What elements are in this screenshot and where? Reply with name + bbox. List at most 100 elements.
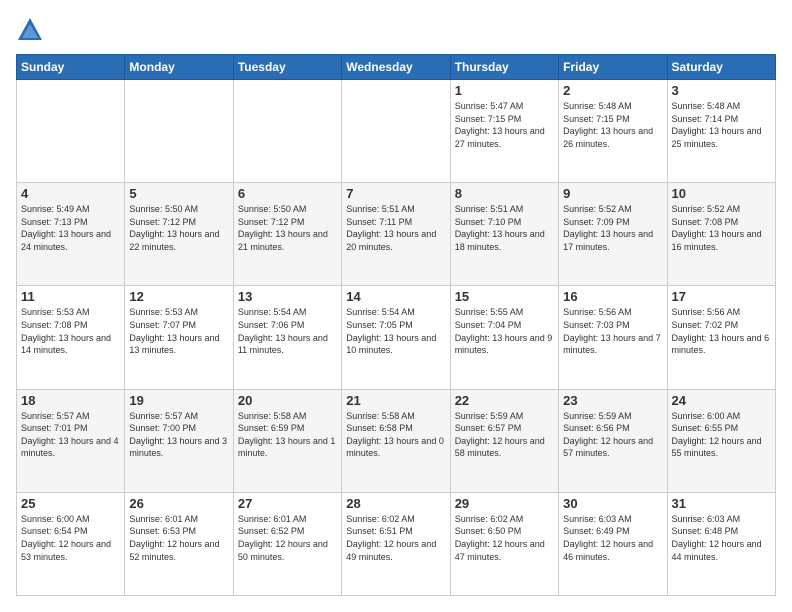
- day-info: Sunrise: 5:52 AM Sunset: 7:09 PM Dayligh…: [563, 203, 662, 253]
- day-number: 16: [563, 289, 662, 304]
- day-info: Sunrise: 5:50 AM Sunset: 7:12 PM Dayligh…: [238, 203, 337, 253]
- calendar-day-cell: 20 Sunrise: 5:58 AM Sunset: 6:59 PM Dayli…: [233, 389, 341, 492]
- calendar-day-cell: 29 Sunrise: 6:02 AM Sunset: 6:50 PM Dayli…: [450, 492, 558, 595]
- day-info: Sunrise: 5:49 AM Sunset: 7:13 PM Dayligh…: [21, 203, 120, 253]
- calendar-day-cell: 19Sunrise: 5:57 AM Sunset: 7:00 PM Dayli…: [125, 389, 233, 492]
- day-info: Sunrise: 6:00 AM Sunset: 6:54 PM Dayligh…: [21, 513, 120, 563]
- day-number: 30: [563, 496, 662, 511]
- day-of-week-header: Wednesday: [342, 55, 450, 80]
- calendar-day-cell: [342, 80, 450, 183]
- day-of-week-header: Friday: [559, 55, 667, 80]
- calendar-day-cell: 24 Sunrise: 6:00 AM Sunset: 6:55 PM Dayli…: [667, 389, 775, 492]
- day-info: Sunrise: 5:53 AM Sunset: 7:08 PM Dayligh…: [21, 306, 120, 356]
- day-info: Sunrise: 6:03 AM Sunset: 6:48 PM Dayligh…: [672, 513, 771, 563]
- day-number: 25: [21, 496, 120, 511]
- day-of-week-header: Saturday: [667, 55, 775, 80]
- calendar-day-cell: 10 Sunrise: 5:52 AM Sunset: 7:08 PM Dayli…: [667, 183, 775, 286]
- day-info: Sunrise: 6:03 AM Sunset: 6:49 PM Dayligh…: [563, 513, 662, 563]
- calendar-day-cell: 23Sunrise: 5:59 AM Sunset: 6:56 PM Dayli…: [559, 389, 667, 492]
- day-number: 29: [455, 496, 554, 511]
- day-info: Sunrise: 5:47 AM Sunset: 7:15 PM Dayligh…: [455, 100, 554, 150]
- day-info: Sunrise: 6:01 AM Sunset: 6:53 PM Dayligh…: [129, 513, 228, 563]
- day-number: 10: [672, 186, 771, 201]
- day-info: Sunrise: 5:57 AM Sunset: 7:01 PM Dayligh…: [21, 410, 120, 460]
- calendar-day-cell: 26 Sunrise: 6:01 AM Sunset: 6:53 PM Dayli…: [125, 492, 233, 595]
- day-info: Sunrise: 6:00 AM Sunset: 6:55 PM Dayligh…: [672, 410, 771, 460]
- day-info: Sunrise: 5:48 AM Sunset: 7:14 PM Dayligh…: [672, 100, 771, 150]
- day-info: Sunrise: 5:54 AM Sunset: 7:06 PM Dayligh…: [238, 306, 337, 356]
- calendar-day-cell: 22Sunrise: 5:59 AM Sunset: 6:57 PM Dayli…: [450, 389, 558, 492]
- calendar-week-row: 25 Sunrise: 6:00 AM Sunset: 6:54 PM Dayli…: [17, 492, 776, 595]
- calendar-day-cell: [233, 80, 341, 183]
- day-info: Sunrise: 5:56 AM Sunset: 7:03 PM Dayligh…: [563, 306, 662, 356]
- day-info: Sunrise: 5:53 AM Sunset: 7:07 PM Dayligh…: [129, 306, 228, 356]
- calendar-week-row: 4 Sunrise: 5:49 AM Sunset: 7:13 PM Daylig…: [17, 183, 776, 286]
- calendar-day-cell: 11 Sunrise: 5:53 AM Sunset: 7:08 PM Dayli…: [17, 286, 125, 389]
- header: [16, 16, 776, 44]
- day-number: 13: [238, 289, 337, 304]
- day-number: 2: [563, 83, 662, 98]
- calendar-day-cell: 8 Sunrise: 5:51 AM Sunset: 7:10 PM Daylig…: [450, 183, 558, 286]
- day-info: Sunrise: 6:02 AM Sunset: 6:51 PM Dayligh…: [346, 513, 445, 563]
- day-info: Sunrise: 5:59 AM Sunset: 6:57 PM Dayligh…: [455, 410, 554, 460]
- day-info: Sunrise: 5:58 AM Sunset: 6:58 PM Dayligh…: [346, 410, 445, 460]
- calendar-day-cell: 6 Sunrise: 5:50 AM Sunset: 7:12 PM Daylig…: [233, 183, 341, 286]
- calendar-week-row: 18 Sunrise: 5:57 AM Sunset: 7:01 PM Dayli…: [17, 389, 776, 492]
- calendar-week-row: 11 Sunrise: 5:53 AM Sunset: 7:08 PM Dayli…: [17, 286, 776, 389]
- calendar-day-cell: 15 Sunrise: 5:55 AM Sunset: 7:04 PM Dayli…: [450, 286, 558, 389]
- day-info: Sunrise: 5:56 AM Sunset: 7:02 PM Dayligh…: [672, 306, 771, 356]
- day-number: 3: [672, 83, 771, 98]
- calendar-day-cell: 25 Sunrise: 6:00 AM Sunset: 6:54 PM Dayli…: [17, 492, 125, 595]
- calendar-day-cell: 30 Sunrise: 6:03 AM Sunset: 6:49 PM Dayli…: [559, 492, 667, 595]
- day-number: 11: [21, 289, 120, 304]
- day-info: Sunrise: 5:52 AM Sunset: 7:08 PM Dayligh…: [672, 203, 771, 253]
- day-number: 5: [129, 186, 228, 201]
- day-number: 28: [346, 496, 445, 511]
- day-number: 4: [21, 186, 120, 201]
- day-of-week-header: Tuesday: [233, 55, 341, 80]
- day-number: 27: [238, 496, 337, 511]
- day-number: 23: [563, 393, 662, 408]
- calendar-day-cell: 1 Sunrise: 5:47 AM Sunset: 7:15 PM Daylig…: [450, 80, 558, 183]
- day-info: Sunrise: 5:54 AM Sunset: 7:05 PM Dayligh…: [346, 306, 445, 356]
- calendar-table: SundayMondayTuesdayWednesdayThursdayFrid…: [16, 54, 776, 596]
- day-number: 18: [21, 393, 120, 408]
- day-number: 20: [238, 393, 337, 408]
- calendar-day-cell: 28 Sunrise: 6:02 AM Sunset: 6:51 PM Dayli…: [342, 492, 450, 595]
- calendar-day-cell: 16 Sunrise: 5:56 AM Sunset: 7:03 PM Dayli…: [559, 286, 667, 389]
- day-number: 17: [672, 289, 771, 304]
- calendar-day-cell: 3 Sunrise: 5:48 AM Sunset: 7:14 PM Daylig…: [667, 80, 775, 183]
- day-number: 12: [129, 289, 228, 304]
- calendar-day-cell: 9 Sunrise: 5:52 AM Sunset: 7:09 PM Daylig…: [559, 183, 667, 286]
- page: SundayMondayTuesdayWednesdayThursdayFrid…: [0, 0, 792, 612]
- day-number: 26: [129, 496, 228, 511]
- day-number: 15: [455, 289, 554, 304]
- calendar-day-cell: 2 Sunrise: 5:48 AM Sunset: 7:15 PM Daylig…: [559, 80, 667, 183]
- logo-icon: [16, 16, 44, 44]
- calendar-day-cell: 21Sunrise: 5:58 AM Sunset: 6:58 PM Dayli…: [342, 389, 450, 492]
- calendar-day-cell: [125, 80, 233, 183]
- day-of-week-header: Thursday: [450, 55, 558, 80]
- day-number: 24: [672, 393, 771, 408]
- day-number: 9: [563, 186, 662, 201]
- day-info: Sunrise: 5:57 AM Sunset: 7:00 PM Dayligh…: [129, 410, 228, 460]
- day-of-week-header: Sunday: [17, 55, 125, 80]
- day-info: Sunrise: 6:02 AM Sunset: 6:50 PM Dayligh…: [455, 513, 554, 563]
- calendar-day-cell: 4 Sunrise: 5:49 AM Sunset: 7:13 PM Daylig…: [17, 183, 125, 286]
- calendar-day-cell: 14Sunrise: 5:54 AM Sunset: 7:05 PM Dayli…: [342, 286, 450, 389]
- calendar-day-cell: 12 Sunrise: 5:53 AM Sunset: 7:07 PM Dayli…: [125, 286, 233, 389]
- day-info: Sunrise: 5:58 AM Sunset: 6:59 PM Dayligh…: [238, 410, 337, 460]
- calendar-day-cell: 18 Sunrise: 5:57 AM Sunset: 7:01 PM Dayli…: [17, 389, 125, 492]
- calendar-header-row: SundayMondayTuesdayWednesdayThursdayFrid…: [17, 55, 776, 80]
- calendar-day-cell: [17, 80, 125, 183]
- day-info: Sunrise: 5:50 AM Sunset: 7:12 PM Dayligh…: [129, 203, 228, 253]
- day-info: Sunrise: 6:01 AM Sunset: 6:52 PM Dayligh…: [238, 513, 337, 563]
- calendar-day-cell: 31Sunrise: 6:03 AM Sunset: 6:48 PM Dayli…: [667, 492, 775, 595]
- calendar-day-cell: 17 Sunrise: 5:56 AM Sunset: 7:02 PM Dayli…: [667, 286, 775, 389]
- day-info: Sunrise: 5:55 AM Sunset: 7:04 PM Dayligh…: [455, 306, 554, 356]
- day-number: 6: [238, 186, 337, 201]
- day-number: 1: [455, 83, 554, 98]
- day-info: Sunrise: 5:51 AM Sunset: 7:10 PM Dayligh…: [455, 203, 554, 253]
- day-number: 8: [455, 186, 554, 201]
- day-info: Sunrise: 5:48 AM Sunset: 7:15 PM Dayligh…: [563, 100, 662, 150]
